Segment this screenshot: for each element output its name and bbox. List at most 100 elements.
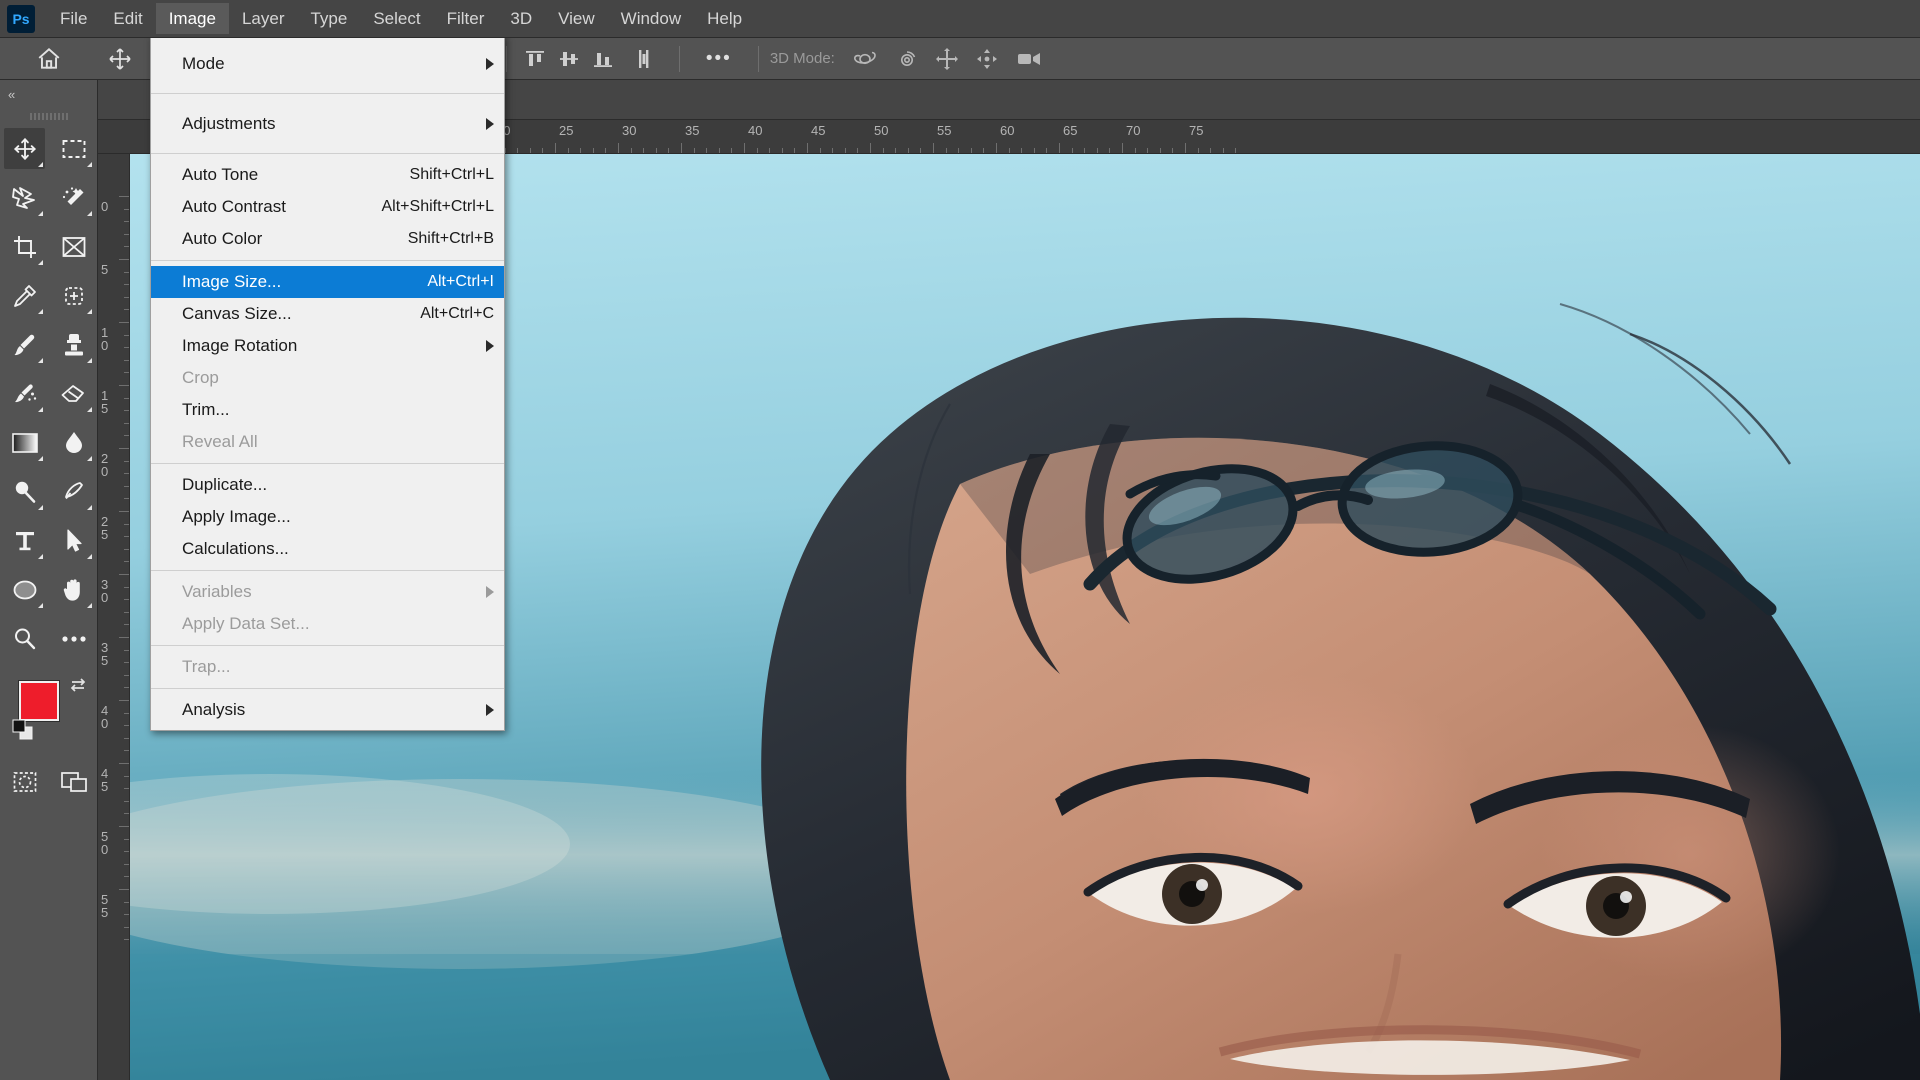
ruler-minor-tick bbox=[124, 246, 129, 247]
menu-bar-item-select[interactable]: Select bbox=[360, 3, 433, 34]
pan-3d-icon[interactable] bbox=[927, 38, 967, 80]
ruler-tick bbox=[119, 763, 129, 764]
ruler-tick bbox=[119, 448, 129, 449]
menu-item-label: Reveal All bbox=[182, 432, 494, 452]
zoom-tool[interactable] bbox=[0, 614, 49, 663]
menu-item-image-rotation[interactable]: Image Rotation bbox=[151, 330, 504, 362]
ruler-minor-tick bbox=[124, 297, 129, 298]
image-menu-dropdown[interactable]: ModeAdjustmentsAuto ToneShift+Ctrl+LAuto… bbox=[150, 34, 505, 731]
gradient-tool[interactable] bbox=[0, 418, 49, 467]
align-top-edges-icon[interactable] bbox=[518, 38, 552, 80]
ruler-tick bbox=[618, 143, 619, 153]
menu-bar-item-type[interactable]: Type bbox=[297, 3, 360, 34]
rectangular-marquee-tool[interactable] bbox=[49, 124, 98, 173]
menu-item-analysis[interactable]: Analysis bbox=[151, 694, 504, 726]
dodge-tool[interactable] bbox=[0, 467, 49, 516]
ruler-minor-tick bbox=[124, 549, 129, 550]
menu-item-auto-tone[interactable]: Auto ToneShift+Ctrl+L bbox=[151, 159, 504, 191]
tool-more-corner-icon bbox=[38, 554, 43, 559]
menu-bar-item-file[interactable]: File bbox=[47, 3, 100, 34]
ruler-minor-tick bbox=[757, 148, 758, 153]
menu-separator bbox=[151, 260, 504, 261]
menu-bar-item-window[interactable]: Window bbox=[608, 3, 694, 34]
zoom-3d-icon[interactable] bbox=[1007, 38, 1051, 80]
ruler-tick bbox=[119, 637, 129, 638]
lasso-tool[interactable] bbox=[0, 173, 49, 222]
spot-healing-brush-tool[interactable] bbox=[49, 271, 98, 320]
edit-toolbar-button[interactable] bbox=[49, 614, 98, 663]
menu-item-auto-color[interactable]: Auto ColorShift+Ctrl+B bbox=[151, 223, 504, 255]
tool-more-corner-icon bbox=[38, 309, 43, 314]
history-brush-tool[interactable] bbox=[0, 369, 49, 418]
default-colors-icon[interactable] bbox=[12, 719, 34, 746]
menu-bar-item-filter[interactable]: Filter bbox=[434, 3, 498, 34]
ruler-minor-tick bbox=[920, 148, 921, 153]
menu-item-mode[interactable]: Mode bbox=[151, 39, 504, 88]
slide-3d-icon[interactable] bbox=[967, 38, 1007, 80]
tool-more-corner-icon bbox=[87, 456, 92, 461]
tools-panel: « bbox=[0, 80, 98, 1080]
menu-separator bbox=[151, 463, 504, 464]
align-vertical-centers-icon[interactable] bbox=[552, 38, 586, 80]
ruler-minor-tick bbox=[124, 309, 129, 310]
menu-item-apply-image[interactable]: Apply Image... bbox=[151, 501, 504, 533]
menu-item-trim[interactable]: Trim... bbox=[151, 394, 504, 426]
menu-bar-item-3d[interactable]: 3D bbox=[497, 3, 545, 34]
ruler-label: 25 bbox=[559, 123, 573, 138]
clone-stamp-tool[interactable] bbox=[49, 320, 98, 369]
tool-more-corner-icon bbox=[38, 407, 43, 412]
type-tool[interactable] bbox=[0, 516, 49, 565]
menu-item-label: Image Size... bbox=[182, 272, 409, 292]
more-options-button[interactable]: ••• bbox=[691, 38, 747, 80]
frame-tool[interactable] bbox=[49, 222, 98, 271]
crop-tool[interactable] bbox=[0, 222, 49, 271]
swap-colors-icon[interactable] bbox=[69, 677, 87, 698]
vertical-ruler[interactable]: 0510152025303540455055 bbox=[98, 154, 130, 1080]
collapse-toolbar-button[interactable]: « bbox=[0, 80, 97, 108]
align-bottom-edges-icon[interactable] bbox=[586, 38, 620, 80]
object-selection-tool[interactable] bbox=[49, 173, 98, 222]
ruler-minor-tick bbox=[124, 612, 129, 613]
ruler-minor-tick bbox=[1072, 148, 1073, 153]
ruler-minor-tick bbox=[124, 486, 129, 487]
foreground-color-swatch[interactable] bbox=[19, 681, 59, 721]
path-selection-tool[interactable] bbox=[49, 516, 98, 565]
orbit-3d-icon[interactable] bbox=[843, 38, 887, 80]
ellipse-shape-tool[interactable] bbox=[0, 565, 49, 614]
screen-mode-button[interactable] bbox=[49, 757, 98, 806]
divider bbox=[758, 46, 759, 72]
hand-tool[interactable] bbox=[49, 565, 98, 614]
toolbar-drag-handle[interactable] bbox=[0, 108, 97, 124]
ruler-tick bbox=[870, 143, 871, 153]
ruler-minor-tick bbox=[124, 461, 129, 462]
ruler-tick bbox=[119, 511, 129, 512]
ruler-minor-tick bbox=[517, 148, 518, 153]
ruler-label: 20 bbox=[101, 452, 117, 478]
menu-bar-item-edit[interactable]: Edit bbox=[100, 3, 155, 34]
eyedropper-tool[interactable] bbox=[0, 271, 49, 320]
menu-item-image-size[interactable]: Image Size...Alt+Ctrl+I bbox=[151, 266, 504, 298]
quick-mask-mode-button[interactable] bbox=[0, 757, 49, 806]
pen-tool[interactable] bbox=[49, 467, 98, 516]
menu-bar-item-layer[interactable]: Layer bbox=[229, 3, 298, 34]
home-button[interactable] bbox=[0, 38, 98, 80]
menu-item-adjustments[interactable]: Adjustments bbox=[151, 99, 504, 148]
menu-item-calculations[interactable]: Calculations... bbox=[151, 533, 504, 565]
menu-bar-item-image[interactable]: Image bbox=[156, 3, 229, 34]
distribute-vertically-icon[interactable] bbox=[620, 38, 668, 80]
ruler-tick bbox=[119, 322, 129, 323]
menu-item-auto-contrast[interactable]: Auto ContrastAlt+Shift+Ctrl+L bbox=[151, 191, 504, 223]
move-tool-icon[interactable] bbox=[98, 38, 142, 80]
ruler-minor-tick bbox=[820, 148, 821, 153]
eraser-tool[interactable] bbox=[49, 369, 98, 418]
menu-item-canvas-size[interactable]: Canvas Size...Alt+Ctrl+C bbox=[151, 298, 504, 330]
blur-tool[interactable] bbox=[49, 418, 98, 467]
menu-bar-item-view[interactable]: View bbox=[545, 3, 608, 34]
menu-bar-item-help[interactable]: Help bbox=[694, 3, 755, 34]
ruler-minor-tick bbox=[1009, 148, 1010, 153]
menu-item-duplicate[interactable]: Duplicate... bbox=[151, 469, 504, 501]
brush-tool[interactable] bbox=[0, 320, 49, 369]
move-tool[interactable] bbox=[0, 124, 49, 173]
roll-3d-icon[interactable] bbox=[887, 38, 927, 80]
menu-item-trap: Trap... bbox=[151, 651, 504, 683]
